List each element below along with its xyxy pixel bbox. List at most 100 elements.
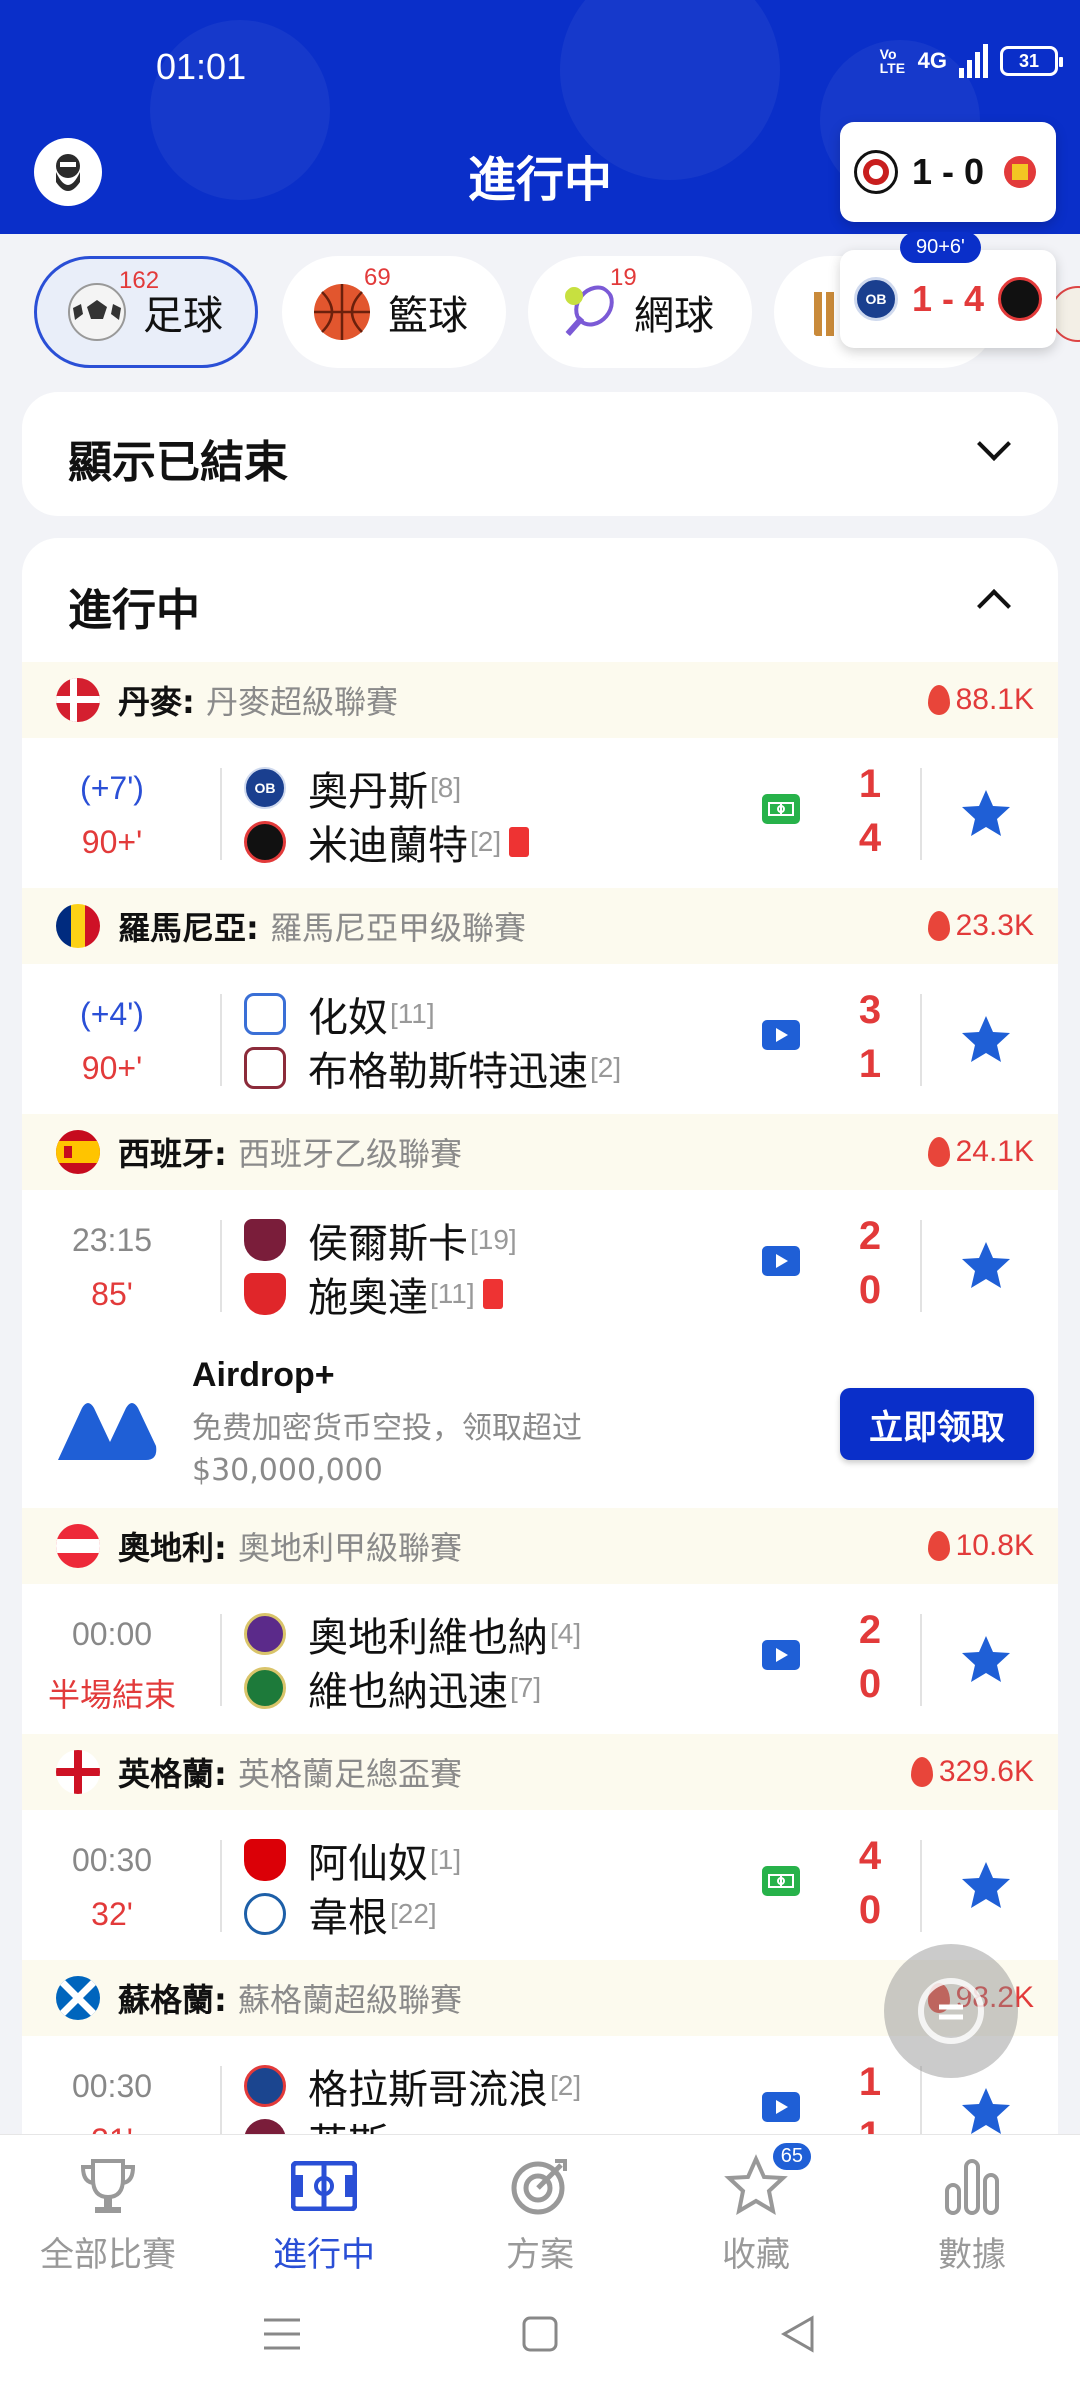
nav-plans[interactable]: 方案 bbox=[432, 2151, 648, 2276]
league-header[interactable]: 英格蘭: 英格蘭足總盃賽 329.6K bbox=[22, 1734, 1058, 1810]
tab-football[interactable]: 足球 162 bbox=[34, 256, 258, 368]
home-score: 1 bbox=[858, 2060, 882, 2104]
home-team-rank: [4] bbox=[550, 1618, 582, 1649]
menu-icon[interactable] bbox=[262, 2314, 302, 2354]
league-header[interactable]: 丹麥: 丹麥超級聯賽 88.1K bbox=[22, 662, 1058, 738]
away-team-name: 布格勒斯特迅速 bbox=[308, 1049, 588, 1095]
chevron-up-icon[interactable] bbox=[977, 589, 1011, 623]
home-team: 化奴 [11] bbox=[244, 988, 435, 1041]
heat-value: 329.6K bbox=[938, 1755, 1034, 1788]
trophy-icon bbox=[73, 2151, 143, 2221]
favorite-star-icon[interactable] bbox=[958, 2084, 1014, 2140]
favorite-star-icon[interactable] bbox=[958, 1238, 1014, 1294]
away-team-name: 米迪蘭特 bbox=[308, 823, 468, 869]
tab-label: 網球 bbox=[634, 293, 714, 339]
home-team-name: 化奴 bbox=[308, 995, 388, 1041]
home-score: 3 bbox=[858, 988, 882, 1032]
claim-now-button[interactable]: 立即领取 bbox=[840, 1388, 1034, 1460]
floating-action-button[interactable] bbox=[884, 1944, 1018, 2078]
video-play-icon[interactable] bbox=[762, 2092, 800, 2122]
league-header[interactable]: 西班牙: 西班牙乙级聯賽 24.1K bbox=[22, 1114, 1058, 1190]
home-team-logo: OB bbox=[244, 767, 286, 809]
nav-all-matches[interactable]: 全部比賽 bbox=[0, 2151, 216, 2276]
live-score-widget-2[interactable]: OB 1 - 4 bbox=[840, 250, 1056, 348]
tab-basketball[interactable]: 籃球 69 bbox=[282, 256, 506, 368]
away-team-logo bbox=[244, 1047, 286, 1089]
divider bbox=[920, 994, 922, 1086]
field-icon bbox=[289, 2151, 359, 2221]
fire-icon bbox=[927, 685, 950, 715]
battery-icon: 31 bbox=[1000, 46, 1063, 76]
home-score: 4 bbox=[858, 1834, 882, 1878]
home-team-name: 阿仙奴 bbox=[308, 1841, 428, 1887]
favorite-star-icon[interactable] bbox=[958, 786, 1014, 842]
home-icon[interactable] bbox=[520, 2314, 560, 2354]
tab-label: 籃球 bbox=[388, 293, 468, 339]
fire-icon bbox=[927, 1137, 950, 1167]
divider bbox=[920, 1614, 922, 1706]
divider bbox=[220, 1840, 222, 1932]
away-team-rank: [2] bbox=[590, 1052, 622, 1083]
league-country: 羅馬尼亞: 羅馬尼亞甲级聯賽 bbox=[118, 909, 526, 947]
ad-banner[interactable]: Airdrop+ 免费加密货币空投，领取超过 $30,000,000 立即领取 bbox=[22, 1346, 1058, 1516]
match-row[interactable]: 00:00 半場結束 奧地利維也納 [4] 維也納迅速 [7] 2 0 bbox=[22, 1584, 1058, 1734]
divider bbox=[220, 1614, 222, 1706]
red-card-icon bbox=[482, 1279, 503, 1309]
fire-icon bbox=[910, 1757, 933, 1787]
airdrop-logo-icon bbox=[58, 1403, 157, 1460]
nav-label: 進行中 bbox=[273, 2235, 375, 2275]
battery-level: 31 bbox=[1018, 50, 1040, 71]
league-country: 奧地利: 奧地利甲級聯賽 bbox=[118, 1529, 462, 1567]
video-play-icon[interactable] bbox=[762, 1020, 800, 1050]
bar-chart-icon bbox=[937, 2151, 1007, 2221]
favorites-count-badge: 65 bbox=[772, 2143, 811, 2170]
home-team-rank: [2] bbox=[550, 2070, 582, 2101]
league-name: 蘇格蘭超級聯賽 bbox=[237, 1981, 462, 2019]
country-name: 丹麥 bbox=[118, 683, 183, 721]
away-team: 韋根 [22] bbox=[244, 1888, 437, 1941]
nav-data[interactable]: 數據 bbox=[864, 2151, 1080, 2276]
home-team-rank: [19] bbox=[470, 1224, 517, 1255]
match-minute: 85' bbox=[91, 1276, 133, 1312]
league-name: 羅馬尼亞甲级聯賽 bbox=[269, 909, 526, 947]
live-stats-icon[interactable] bbox=[762, 794, 800, 824]
league-country: 西班牙: 西班牙乙级聯賽 bbox=[118, 1135, 462, 1173]
network-label: 4G bbox=[917, 48, 947, 73]
football-icon bbox=[68, 283, 126, 341]
volte-indicator: Vo LTE bbox=[879, 46, 906, 76]
league-header[interactable]: 羅馬尼亞: 羅馬尼亞甲级聯賽 23.3K bbox=[22, 888, 1058, 964]
back-icon[interactable] bbox=[778, 2314, 818, 2354]
match-kickoff-time: 00:00 bbox=[71, 1616, 153, 1652]
league-header[interactable]: 奧地利: 奧地利甲級聯賽 10.8K bbox=[22, 1508, 1058, 1584]
tab-count: 19 bbox=[610, 264, 637, 291]
austria-flag-icon bbox=[56, 1524, 100, 1568]
live-stats-icon[interactable] bbox=[762, 1866, 800, 1896]
favorite-star-icon[interactable] bbox=[958, 1012, 1014, 1068]
nav-favorites[interactable]: 65 收藏 bbox=[648, 2143, 864, 2276]
league-name: 丹麥超級聯賽 bbox=[205, 683, 398, 721]
away-team-rank: [7] bbox=[510, 1672, 542, 1703]
match-row[interactable]: (+7') 90+' OB 奧丹斯 [8] 米迪蘭特 [2] 1 4 bbox=[22, 738, 1058, 888]
away-team-name: 韋根 bbox=[308, 1895, 388, 1941]
favorite-star-icon[interactable] bbox=[958, 1858, 1014, 1914]
show-finished-toggle[interactable]: 顯示已結束 bbox=[22, 392, 1058, 516]
red-card-icon bbox=[509, 827, 530, 857]
away-team-logo bbox=[997, 277, 1042, 321]
tab-tennis[interactable]: 網球 19 bbox=[528, 256, 752, 368]
nav-live[interactable]: 進行中 bbox=[216, 2151, 432, 2276]
video-play-icon[interactable] bbox=[762, 1640, 800, 1670]
favorite-star-icon[interactable] bbox=[958, 1632, 1014, 1688]
video-play-icon[interactable] bbox=[762, 1246, 800, 1276]
country-name: 西班牙 bbox=[118, 1135, 215, 1173]
match-row[interactable]: (+4') 90+' 化奴 [11] 布格勒斯特迅速 [2] 3 1 bbox=[22, 964, 1058, 1114]
divider bbox=[220, 994, 222, 1086]
divider bbox=[920, 1220, 922, 1312]
home-team-name: 奧地利維也納 bbox=[308, 1615, 548, 1661]
heat-value: 23.3K bbox=[955, 909, 1034, 942]
league-country: 蘇格蘭: 蘇格蘭超級聯賽 bbox=[118, 1981, 462, 2019]
live-score-widget-1[interactable]: 1 - 0 bbox=[840, 122, 1056, 222]
status-icons: Vo LTE 4G 31 bbox=[879, 44, 1063, 78]
match-row[interactable]: 00:30 32' 阿仙奴 [1] 韋根 [22] 4 0 bbox=[22, 1810, 1058, 1960]
match-row[interactable]: 23:15 85' 侯爾斯卡 [19] 施奧達 [11] 2 0 bbox=[22, 1190, 1058, 1340]
away-team: 維也納迅速 [7] bbox=[244, 1662, 542, 1715]
